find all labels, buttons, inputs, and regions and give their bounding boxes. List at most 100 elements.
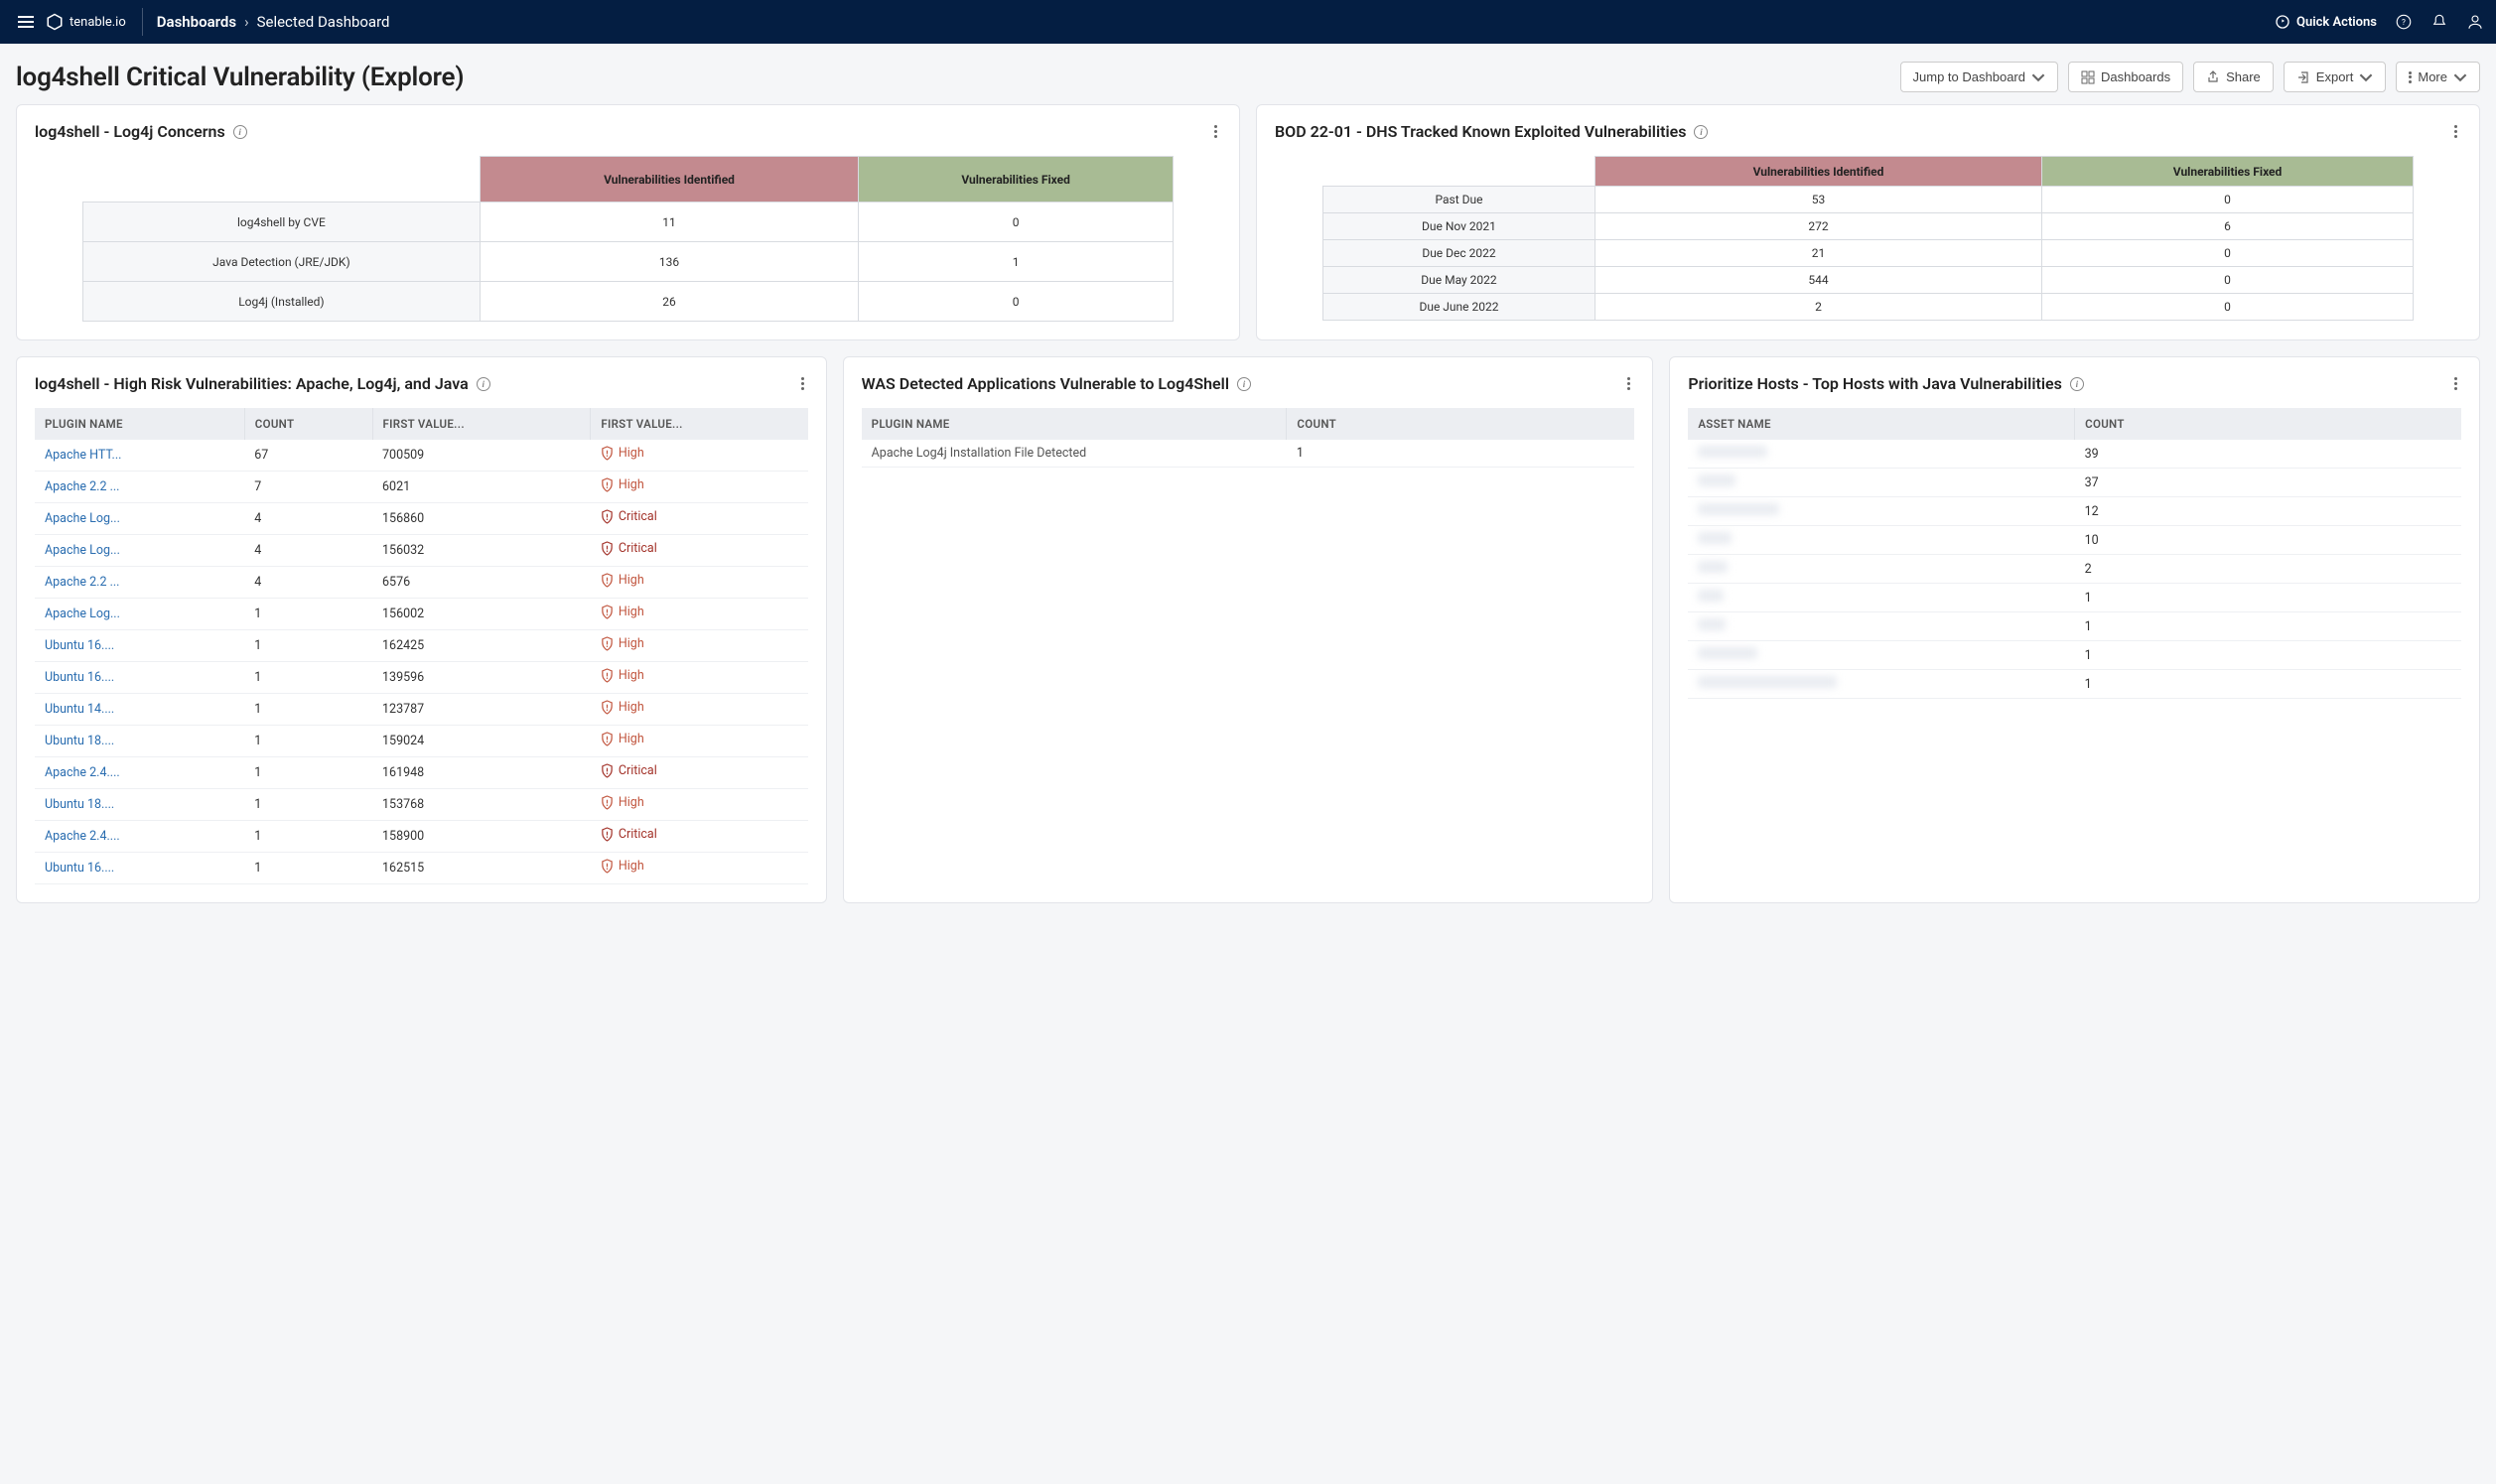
severity-badge: High — [601, 732, 644, 746]
high-risk-table: PLUGIN NAME COUNT FIRST VALUE... FIRST V… — [35, 408, 808, 884]
brand-logo[interactable]: tenable.io — [46, 8, 143, 36]
table-row[interactable]: 1 — [1688, 584, 2461, 612]
table-row[interactable]: 39 — [1688, 440, 2461, 469]
share-button[interactable]: Share — [2193, 62, 2274, 92]
table-row[interactable]: 1 — [1688, 641, 2461, 670]
matrix-row-label[interactable]: Due Nov 2021 — [1322, 213, 1595, 240]
table-row[interactable]: Apache 2.2 ...46576 High — [35, 567, 808, 599]
card-menu-button[interactable] — [797, 373, 808, 394]
table-row[interactable]: 1 — [1688, 612, 2461, 641]
matrix-cell[interactable]: 0 — [859, 202, 1174, 242]
info-icon[interactable]: i — [1694, 125, 1708, 139]
redacted-asset-name — [1698, 532, 1732, 544]
table-row[interactable]: 37 — [1688, 469, 2461, 497]
table-row[interactable]: Apache 2.2 ...76021 High — [35, 472, 808, 503]
card-bod-dhs: BOD 22-01 - DHS Tracked Known Exploited … — [1256, 104, 2480, 340]
was-table: PLUGIN NAME COUNT Apache Log4j Installat… — [862, 408, 1635, 468]
hexagon-icon — [46, 13, 64, 31]
table-row[interactable]: Ubuntu 16....1139596 High — [35, 662, 808, 694]
matrix-cell[interactable]: 0 — [2041, 187, 2413, 213]
matrix-row-label[interactable]: Past Due — [1322, 187, 1595, 213]
info-icon[interactable]: i — [1237, 377, 1251, 391]
matrix-cell[interactable]: 53 — [1595, 187, 2042, 213]
table-row[interactable]: Apache 2.4....1161948 Critical — [35, 757, 808, 789]
card-menu-button[interactable] — [1623, 373, 1634, 394]
matrix-cell[interactable]: 6 — [2041, 213, 2413, 240]
redacted-asset-name — [1698, 503, 1779, 515]
table-row[interactable]: Ubuntu 18....1159024 High — [35, 726, 808, 757]
table-row[interactable]: Apache Log4j Installation File Detected1 — [862, 440, 1635, 468]
matrix-row-label[interactable]: log4shell by CVE — [82, 202, 480, 242]
quick-actions-button[interactable]: Quick Actions — [2275, 14, 2377, 30]
card-menu-button[interactable] — [2450, 373, 2461, 394]
table-row[interactable]: 2 — [1688, 555, 2461, 584]
table-row[interactable]: Apache Log...4156032 Critical — [35, 535, 808, 567]
severity-badge: High — [601, 636, 644, 651]
breadcrumb-sub[interactable]: Selected Dashboard — [257, 13, 390, 31]
bod-matrix: Vulnerabilities IdentifiedVulnerabilitie… — [1322, 156, 2414, 321]
table-row[interactable]: Ubuntu 16....1162515 High — [35, 853, 808, 884]
info-icon[interactable]: i — [477, 377, 490, 391]
matrix-cell[interactable]: 544 — [1595, 267, 2042, 294]
share-icon — [2206, 70, 2220, 84]
table-row[interactable]: Ubuntu 16....1162425 High — [35, 630, 808, 662]
matrix-row-label[interactable]: Due Dec 2022 — [1322, 240, 1595, 267]
card-prioritize-hosts: Prioritize Hosts - Top Hosts with Java V… — [1669, 356, 2480, 903]
export-button[interactable]: Export — [2284, 62, 2387, 92]
matrix-cell[interactable]: 0 — [2041, 240, 2413, 267]
matrix-cell[interactable]: 0 — [859, 282, 1174, 322]
severity-badge: High — [601, 446, 644, 461]
table-row[interactable]: 1 — [1688, 670, 2461, 699]
top-nav: tenable.io Dashboards › Selected Dashboa… — [0, 0, 2496, 44]
card-menu-button[interactable] — [1210, 121, 1221, 142]
jump-to-dashboard-button[interactable]: Jump to Dashboard — [1900, 62, 2058, 92]
redacted-asset-name — [1698, 618, 1726, 630]
redacted-asset-name — [1698, 676, 1837, 688]
card-high-risk: log4shell - High Risk Vulnerabilities: A… — [16, 356, 827, 903]
severity-badge: High — [601, 700, 644, 715]
matrix-row-label[interactable]: Log4j (Installed) — [82, 282, 480, 322]
more-button[interactable]: More — [2396, 62, 2480, 92]
matrix-row-label[interactable]: Due May 2022 — [1322, 267, 1595, 294]
table-row[interactable]: Apache HTT...67700509 High — [35, 440, 808, 472]
chevron-down-icon — [2359, 70, 2373, 84]
card-title: log4shell - Log4j Concerns — [35, 122, 225, 141]
menu-icon[interactable] — [12, 10, 40, 34]
card-title: Prioritize Hosts - Top Hosts with Java V… — [1688, 374, 2062, 393]
matrix-cell[interactable]: 26 — [481, 282, 859, 322]
svg-text:?: ? — [2402, 18, 2406, 28]
matrix-cell[interactable]: 272 — [1595, 213, 2042, 240]
severity-badge: High — [601, 795, 644, 810]
page-header: log4shell Critical Vulnerability (Explor… — [0, 44, 2496, 104]
table-row[interactable]: Ubuntu 18....1153768 High — [35, 789, 808, 821]
help-icon[interactable]: ? — [2395, 13, 2413, 31]
bell-icon[interactable] — [2430, 13, 2448, 31]
info-icon[interactable]: i — [2070, 377, 2084, 391]
matrix-cell[interactable]: 136 — [481, 242, 859, 282]
matrix-cell[interactable]: 11 — [481, 202, 859, 242]
chevron-right-icon: › — [244, 13, 249, 31]
user-icon[interactable] — [2466, 13, 2484, 31]
matrix-cell[interactable]: 0 — [2041, 294, 2413, 321]
card-menu-button[interactable] — [2450, 121, 2461, 142]
matrix-cell[interactable]: 2 — [1595, 294, 2042, 321]
table-row[interactable]: Apache 2.4....1158900 Critical — [35, 821, 808, 853]
dashboards-button[interactable]: Dashboards — [2068, 62, 2183, 92]
matrix-row-label[interactable]: Java Detection (JRE/JDK) — [82, 242, 480, 282]
info-icon[interactable]: i — [233, 125, 247, 139]
breadcrumb-main[interactable]: Dashboards — [157, 13, 236, 31]
matrix-cell[interactable]: 21 — [1595, 240, 2042, 267]
table-row[interactable]: 10 — [1688, 526, 2461, 555]
severity-badge: Critical — [601, 509, 657, 524]
table-row[interactable]: Ubuntu 14....1123787 High — [35, 694, 808, 726]
table-row[interactable]: 12 — [1688, 497, 2461, 526]
matrix-cell[interactable]: 1 — [859, 242, 1174, 282]
brand-text: tenable.io — [69, 15, 126, 30]
severity-badge: High — [601, 605, 644, 619]
redacted-asset-name — [1698, 561, 1728, 573]
card-title: BOD 22-01 - DHS Tracked Known Exploited … — [1275, 122, 1686, 141]
table-row[interactable]: Apache Log...4156860 Critical — [35, 503, 808, 535]
matrix-cell[interactable]: 0 — [2041, 267, 2413, 294]
table-row[interactable]: Apache Log...1156002 High — [35, 599, 808, 630]
matrix-row-label[interactable]: Due June 2022 — [1322, 294, 1595, 321]
